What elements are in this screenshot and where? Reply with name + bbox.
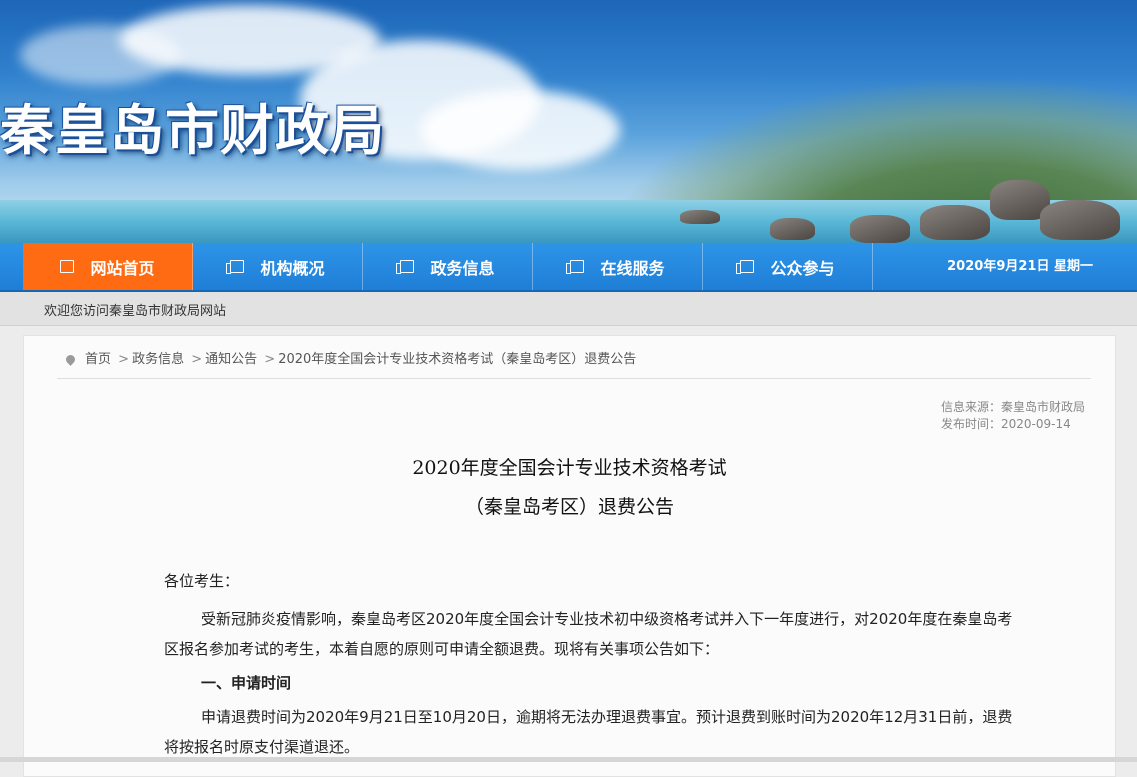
nav-item-label: 网站首页	[90, 258, 155, 278]
nav-item-label: 在线服务	[600, 258, 665, 278]
welcome-text: 欢迎您访问秦皇岛市财政局网站	[44, 304, 227, 319]
document-icon	[226, 260, 245, 274]
article-body: 各位考生： 受新冠肺炎疫情影响，秦皇岛考区2020年度全国会计专业技术初中级资格…	[164, 566, 1024, 762]
nav-date: 2020年9月21日 星期一	[947, 259, 1093, 274]
breadcrumb-home[interactable]: 首页	[85, 352, 111, 367]
breadcrumb: 首页 > 政务信息 > 通知公告 >2020年度全国会计专业技术资格考试（秦皇岛考区…	[64, 348, 637, 367]
document-icon	[566, 260, 585, 274]
document-icon	[396, 260, 415, 274]
article-title-line2: （秦皇岛考区）退费公告	[464, 496, 674, 518]
nav-item-government-info[interactable]: 政务信息	[363, 243, 533, 290]
article-meta: 信息来源：秦皇岛市财政局 发布时间：2020-09-14	[941, 399, 1085, 433]
welcome-bar: 欢迎您访问秦皇岛市财政局网站	[0, 292, 1137, 326]
location-pin-icon	[64, 353, 77, 366]
nav-item-label: 公众参与	[770, 258, 835, 278]
paragraph: 受新冠肺炎疫情影响，秦皇岛考区2020年度全国会计专业技术初中级资格考试并入下一…	[164, 610, 1013, 658]
publish-date: 发布时间：2020-09-14	[940, 417, 1071, 431]
cloud-image	[420, 90, 620, 170]
rock-image	[680, 210, 720, 224]
rock-image	[770, 218, 815, 240]
nav-item-public-participation[interactable]: 公众参与	[703, 243, 873, 290]
salutation: 各位考生：	[164, 572, 240, 590]
rock-image	[1040, 200, 1120, 240]
site-title: 秦皇岛市财政局	[0, 98, 385, 162]
main-nav: 网站首页 机构概况 政务信息 在线服务 公众参与 2020年9月21日 星期一	[0, 243, 1137, 292]
nav-item-online-services[interactable]: 在线服务	[533, 243, 703, 290]
paragraph: 申请退费时间为2020年9月21日至10月20日，逾期将无法办理退费事宜。预计退…	[164, 708, 1013, 756]
breadcrumb-notices[interactable]: 通知公告	[205, 352, 257, 367]
window-icon	[60, 260, 75, 273]
rock-image	[850, 215, 910, 243]
divider	[57, 378, 1091, 379]
header-banner: 秦皇岛市财政局	[0, 0, 1137, 243]
breadcrumb-current: 2020年度全国会计专业技术资格考试（秦皇岛考区）退费公告	[278, 352, 637, 367]
article-title-line1: 2020年度全国会计专业技术资格考试	[412, 457, 727, 479]
rock-image	[920, 205, 990, 240]
nav-item-home[interactable]: 网站首页	[23, 243, 193, 290]
nav-item-organization[interactable]: 机构概况	[193, 243, 363, 290]
nav-item-label: 机构概况	[260, 258, 325, 278]
info-source: 信息来源：秦皇岛市财政局	[940, 400, 1085, 414]
content-panel: 首页 > 政务信息 > 通知公告 >2020年度全国会计专业技术资格考试（秦皇岛考区…	[23, 335, 1116, 777]
taskbar-strip	[0, 757, 1137, 762]
cloud-image	[20, 25, 180, 85]
document-icon	[736, 260, 755, 274]
nav-item-label: 政务信息	[430, 258, 495, 278]
breadcrumb-government-info[interactable]: 政务信息	[132, 352, 184, 367]
section-heading: 一、申请时间	[201, 674, 292, 692]
